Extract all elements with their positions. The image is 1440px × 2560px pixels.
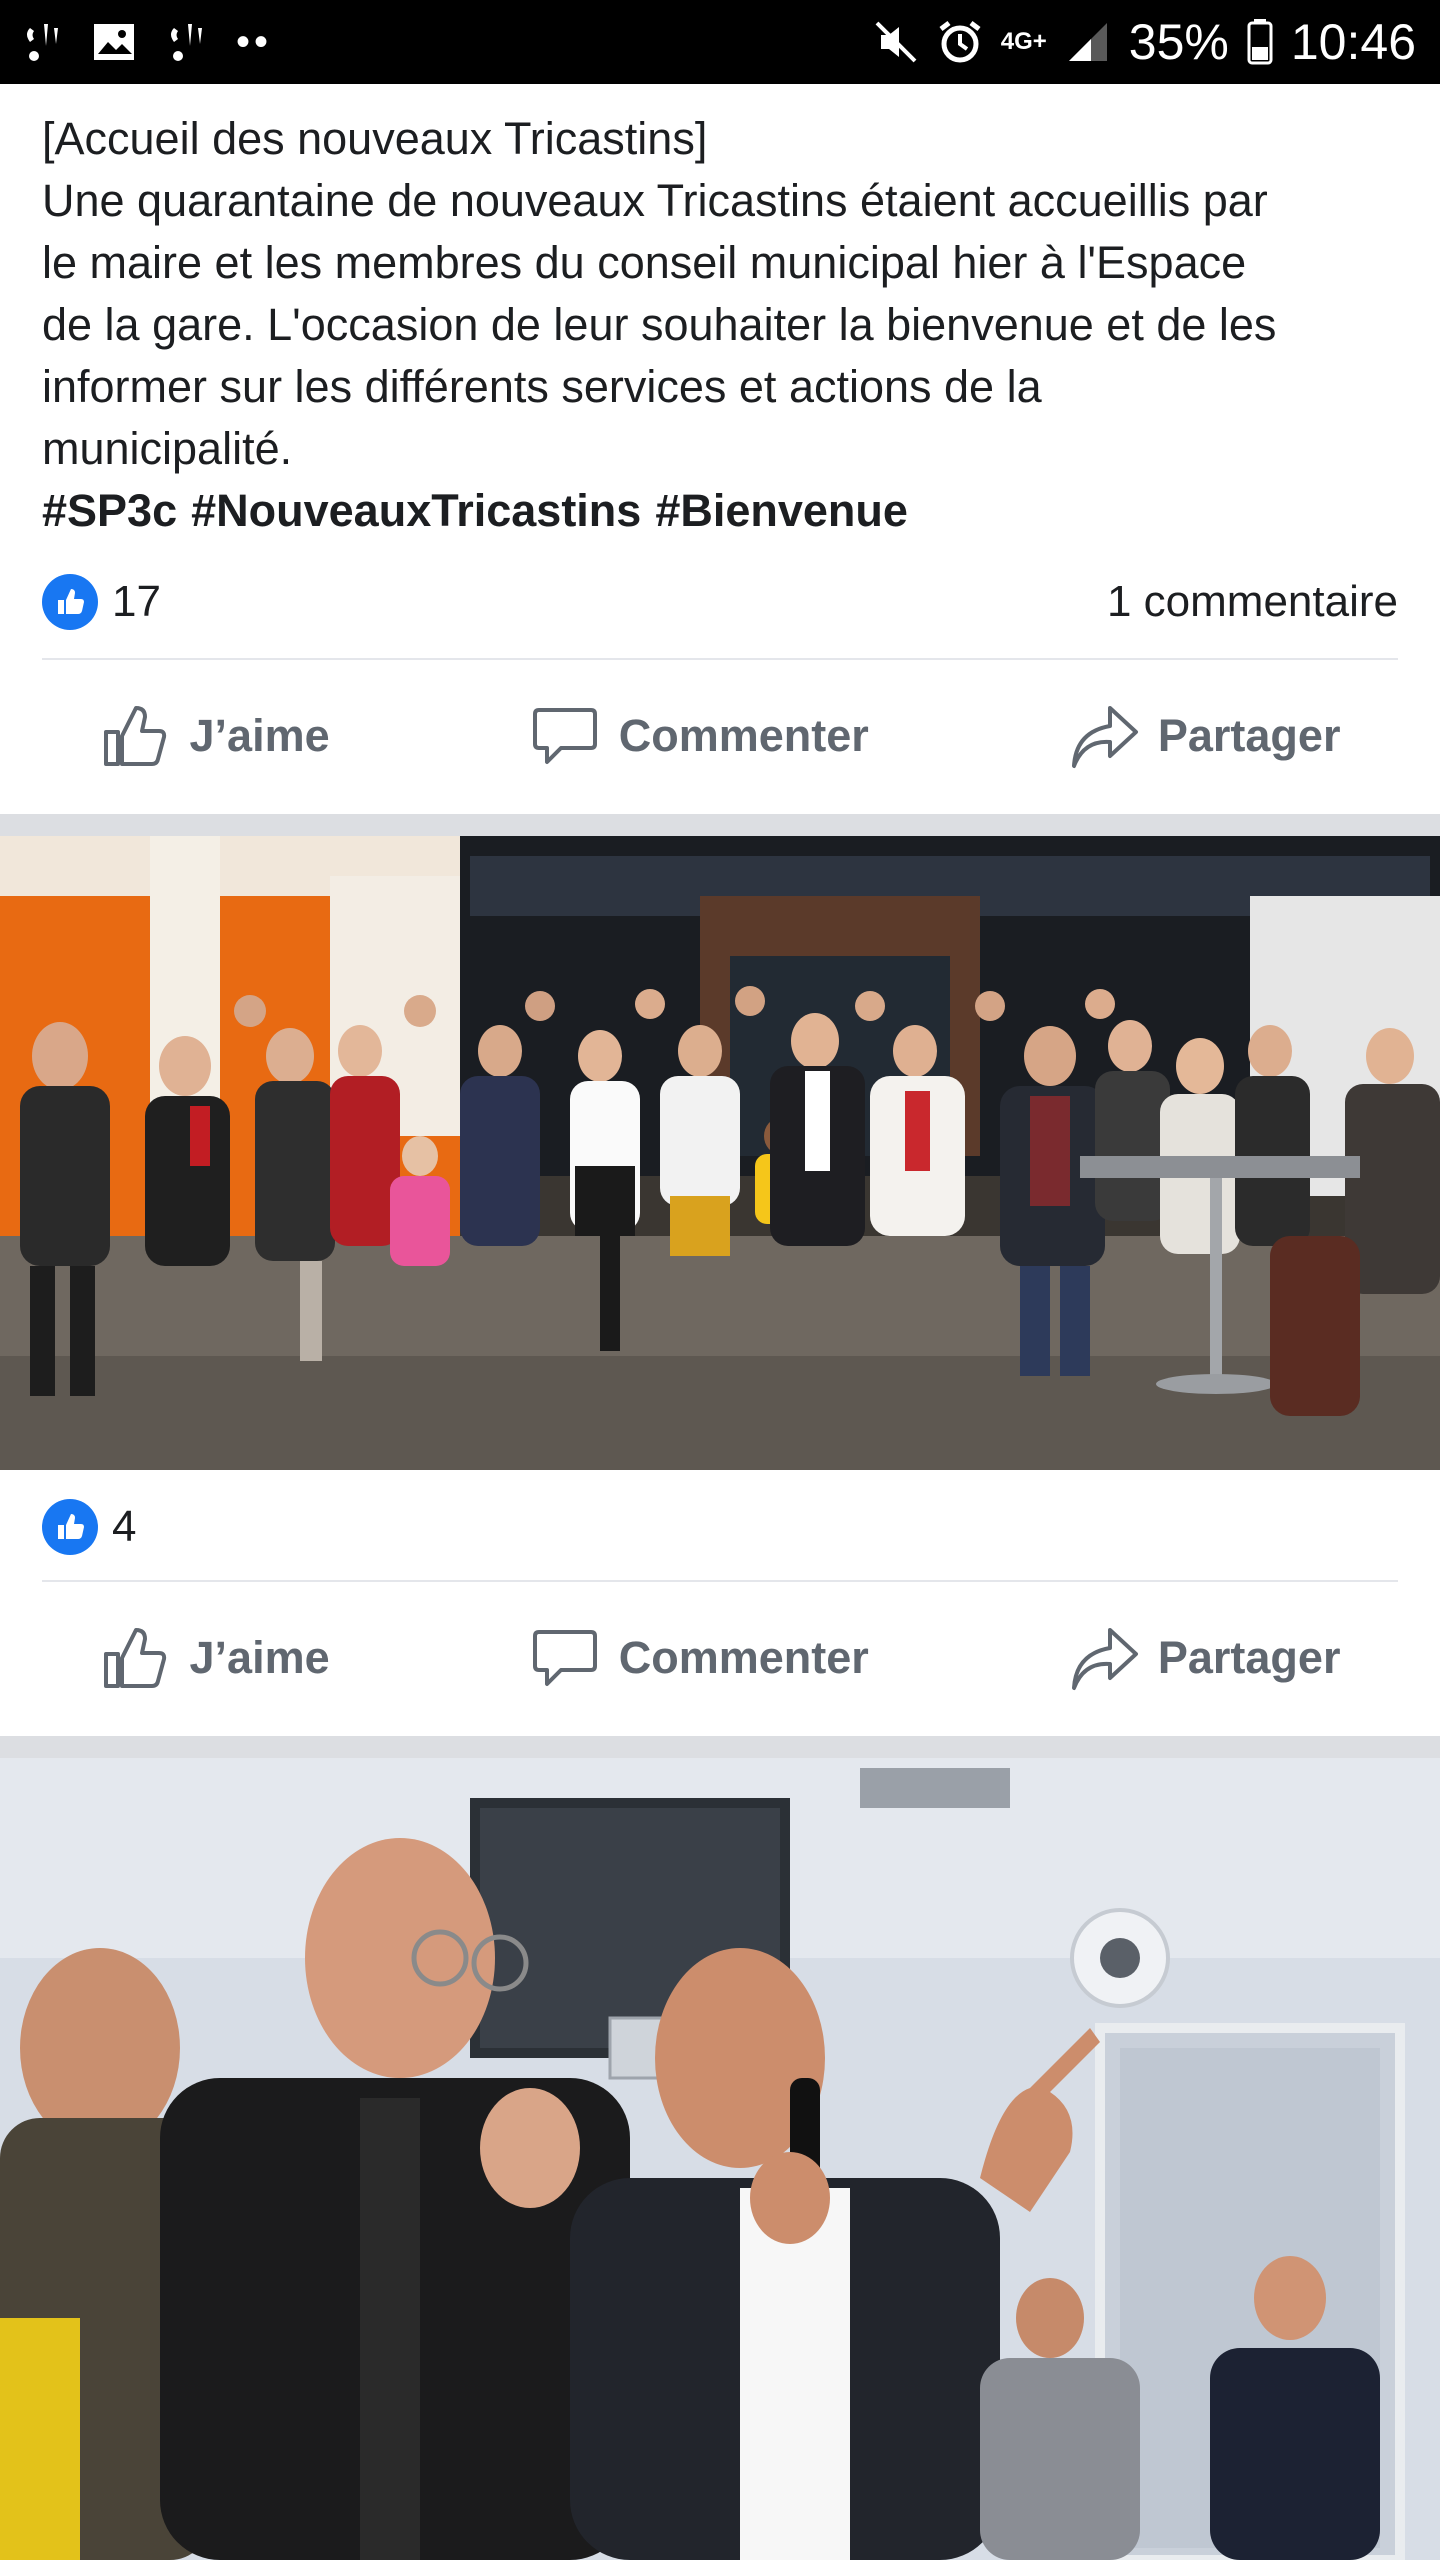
comment-icon	[532, 708, 597, 764]
divider	[42, 658, 1398, 660]
share-button-label: Partager	[1157, 1632, 1341, 1683]
wifi-calling-icon	[27, 24, 58, 61]
like-count: 17	[112, 577, 161, 626]
comment-count-link[interactable]: 1 commentaire	[1107, 577, 1398, 627]
comment-button[interactable]: Commenter	[529, 700, 869, 772]
group-photo[interactable]	[0, 836, 1440, 1470]
post-text: [Accueil des nouveaux Tricastins] Une qu…	[42, 108, 1402, 542]
signal-icon	[1068, 23, 1107, 61]
like-reaction-icon	[42, 574, 98, 630]
share-button-label: Partager	[1157, 710, 1341, 761]
like-count: 4	[112, 1502, 137, 1551]
divider	[42, 1580, 1398, 1582]
post-body-line: municipalité.	[42, 423, 293, 474]
like-button[interactable]: J’aime	[100, 1622, 330, 1694]
speaker-photo[interactable]	[0, 1758, 1440, 2560]
group-photo-illustration	[0, 836, 1440, 1470]
post-actions: J’aime Commenter Partager	[0, 676, 1440, 796]
comment-button[interactable]: Commenter	[529, 1622, 869, 1694]
like-button[interactable]: J’aime	[100, 700, 330, 772]
mute-icon	[875, 21, 917, 63]
comment-button-label: Commenter	[618, 710, 869, 761]
status-bar-left: ••	[20, 20, 300, 65]
post-title: [Accueil des nouveaux Tricastins]	[42, 113, 708, 164]
hashtag-link[interactable]: #Bienvenue	[655, 485, 908, 536]
wifi-calling-icon	[171, 24, 202, 61]
post-reactions-row: 17 1 commentaire	[42, 572, 1398, 632]
feed-separator	[0, 1736, 1440, 1758]
network-type-label: 4G+	[1000, 28, 1047, 55]
hashtag-link[interactable]: #SP3c	[42, 485, 177, 536]
reactions-summary[interactable]: 4	[42, 1499, 136, 1555]
photo-actions: J’aime Commenter Partager	[0, 1598, 1440, 1718]
share-button[interactable]: Partager	[1068, 1622, 1341, 1694]
image-icon	[94, 24, 134, 60]
feed-separator	[0, 814, 1440, 836]
hashtag-link[interactable]: #NouveauxTricastins	[191, 485, 641, 536]
photo-reactions-row: 4	[42, 1497, 1398, 1557]
post-body-line: de la gare. L'occasion de leur souhaiter…	[42, 299, 1277, 350]
post-body-line: le maire et les membres du conseil munic…	[42, 237, 1247, 288]
speaker-photo-illustration	[0, 1758, 1440, 2560]
comment-button-label: Commenter	[618, 1632, 869, 1683]
post-body-line: Une quarantaine de nouveaux Tricastins é…	[42, 175, 1268, 226]
like-reaction-icon	[42, 1499, 98, 1555]
thumbs-up-icon	[103, 706, 166, 766]
comment-icon	[532, 1630, 597, 1686]
clock: 10:46	[1290, 14, 1416, 70]
thumbs-up-icon	[103, 1628, 166, 1688]
share-icon	[1071, 706, 1138, 768]
hashtags: #SP3c #NouveauxTricastins #Bienvenue	[42, 480, 1402, 542]
status-bar-right: 4G+ 35% 10:46	[855, 13, 1416, 71]
alarm-icon	[939, 21, 981, 63]
status-bar: •• 4G+ 35% 10:46	[0, 0, 1440, 84]
post-body-line: informer sur les différents services et …	[42, 361, 1042, 412]
reactions-summary[interactable]: 17	[42, 574, 161, 630]
notification-dots: ••	[236, 19, 273, 64]
like-button-label: J’aime	[189, 1632, 330, 1683]
battery-percent: 35%	[1128, 14, 1229, 70]
share-button[interactable]: Partager	[1068, 700, 1341, 772]
share-icon	[1071, 1628, 1138, 1690]
battery-icon	[1247, 19, 1273, 65]
like-button-label: J’aime	[189, 710, 330, 761]
